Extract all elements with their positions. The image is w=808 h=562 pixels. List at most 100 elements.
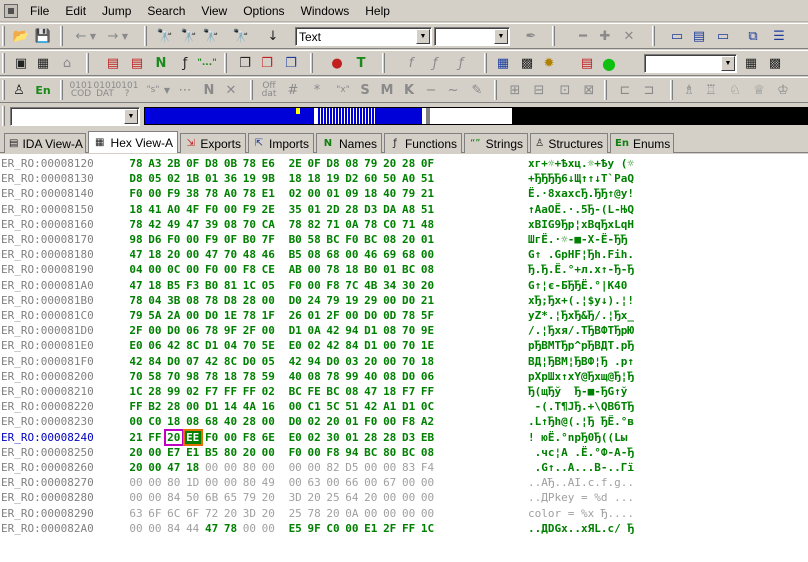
hex-byte[interactable]: 42 xyxy=(286,354,304,369)
hex-byte[interactable]: 28 xyxy=(240,293,258,308)
menu-view[interactable]: View xyxy=(193,1,235,21)
undefine-icon[interactable]: ✕ xyxy=(222,81,240,99)
tab-ida-view-a[interactable]: ▤ IDA View-A xyxy=(4,133,86,153)
binoculars-next-icon[interactable]: 🔭 xyxy=(180,27,198,45)
hex-byte[interactable]: FF xyxy=(146,430,164,445)
hex-byte[interactable]: F9 xyxy=(240,202,258,217)
toolbar-grip[interactable] xyxy=(652,26,655,46)
hex-byte[interactable]: 47 xyxy=(165,460,183,475)
hex-row[interactable]: ER_RO:000081C0 79 5A 2A 00 D0 1E 78 1F 26 01 2F 00 D0… xyxy=(0,308,808,323)
hex-byte[interactable]: 40 xyxy=(381,186,399,201)
hex-byte[interactable]: 59 xyxy=(259,369,277,384)
hex-byte[interactable]: 00 xyxy=(381,354,399,369)
hex-byte[interactable]: 6F xyxy=(146,506,164,521)
hex-byte[interactable]: 42 xyxy=(362,399,380,414)
segments-icon[interactable]: ▦ xyxy=(34,54,52,72)
hex-byte[interactable]: 78 xyxy=(222,521,240,536)
hex-row-ascii[interactable]: +ЂЂЂЂ6↓Щ↑↑↓Т`PaQ xyxy=(528,171,634,186)
hex-byte[interactable]: C1 xyxy=(305,399,323,414)
hex-byte[interactable]: 84 xyxy=(165,490,183,505)
third-combo[interactable]: ▼ xyxy=(644,54,737,73)
hex-byte[interactable]: 08 xyxy=(343,384,361,399)
hex-byte[interactable]: 35 xyxy=(286,202,304,217)
hex-byte[interactable]: 18 xyxy=(146,247,164,262)
hex-byte[interactable]: 00 xyxy=(343,308,361,323)
hex-byte[interactable]: 00 xyxy=(184,247,202,262)
hex-byte[interactable]: 00 xyxy=(259,323,277,338)
hex-byte[interactable]: B0 xyxy=(286,232,304,247)
hex-byte[interactable]: 78 xyxy=(286,217,304,232)
hex-byte[interactable]: 00 xyxy=(146,262,164,277)
address-combo[interactable]: ▼ xyxy=(10,107,140,126)
hex-row[interactable]: ER_RO:00008240 21 FF 20 EE F0 00 F8 6E E0 02 30 01 28… xyxy=(0,428,808,446)
hex-byte[interactable]: 40 xyxy=(362,369,380,384)
hex-byte[interactable]: 04 xyxy=(146,293,164,308)
hex-byte[interactable]: 00 xyxy=(146,460,164,475)
hex-byte[interactable]: 18 xyxy=(305,171,323,186)
hex-byte[interactable]: A0 xyxy=(400,171,418,186)
hex-byte[interactable]: F7 xyxy=(400,384,418,399)
hex-byte[interactable]: 18 xyxy=(419,354,437,369)
hex-byte[interactable]: 71 xyxy=(400,217,418,232)
list-grid-icon[interactable]: ▦ xyxy=(742,54,760,72)
hex-byte[interactable]: 00 xyxy=(222,430,240,445)
hex-byte[interactable]: 00 xyxy=(381,506,399,521)
hex-byte[interactable]: 00 xyxy=(305,262,323,277)
tab-names[interactable]: N Names xyxy=(316,133,382,153)
hex-byte[interactable]: D0 xyxy=(400,293,418,308)
graph-flow-icon[interactable]: ♕ xyxy=(750,81,768,99)
hex-byte[interactable]: 20 xyxy=(259,506,277,521)
hex-byte[interactable]: 00 xyxy=(286,460,304,475)
hex-byte[interactable]: 67 xyxy=(381,475,399,490)
structures-grid-icon[interactable]: ▩ xyxy=(766,54,784,72)
hex-byte[interactable]: 79 xyxy=(127,308,145,323)
save-icon[interactable]: 💾 xyxy=(34,27,52,45)
hex-byte[interactable]: 2F xyxy=(127,323,145,338)
back-dropdown-icon[interactable]: ▼ xyxy=(84,27,102,45)
hex-byte[interactable]: 00 xyxy=(305,460,323,475)
hex-byte[interactable]: A0 xyxy=(165,202,183,217)
hex-row-ascii[interactable]: .G↑..А...В-..Гї xyxy=(528,460,634,475)
hex-byte[interactable]: 00 xyxy=(324,475,342,490)
hex-byte[interactable]: F0 xyxy=(165,232,183,247)
ida-app-icon[interactable] xyxy=(4,3,18,18)
hex-byte[interactable]: 0C xyxy=(419,399,437,414)
hex-row-ascii[interactable]: xг+☼+Ѣxц.☼+Ѣу (☼ xyxy=(528,156,634,171)
hex-byte[interactable]: 00 xyxy=(146,186,164,201)
hex-byte[interactable]: 20 xyxy=(259,490,277,505)
hex-byte[interactable]: 06 xyxy=(184,323,202,338)
hex-byte[interactable]: 28 xyxy=(146,384,164,399)
hex-byte[interactable]: 58 xyxy=(146,369,164,384)
hex-byte[interactable]: 20 xyxy=(362,354,380,369)
hex-byte[interactable]: 42 xyxy=(324,338,342,353)
hex-byte[interactable]: 40 xyxy=(286,369,304,384)
imports-window-icon[interactable]: ❐ xyxy=(258,54,276,72)
hex-row-ascii[interactable]: рЂBМТЂр^рЂBДТ.рЂ xyxy=(528,338,634,353)
list-view-icon[interactable]: ☰ xyxy=(770,27,788,45)
hex-byte[interactable]: 1C xyxy=(419,521,437,536)
forward-dropdown-icon[interactable]: ▼ xyxy=(116,27,134,45)
hex-byte[interactable]: E1 xyxy=(184,445,202,460)
hex-byte[interactable]: 00 xyxy=(381,490,399,505)
hex-byte[interactable]: 08 xyxy=(381,323,399,338)
hex-byte[interactable]: 47 xyxy=(203,521,221,536)
hex-byte[interactable]: 99 xyxy=(343,369,361,384)
hex-row-ascii[interactable]: -(.Т¶JЂ.+\QBбТЂ xyxy=(528,399,634,414)
tab-structures[interactable]: ♙ Structures xyxy=(530,133,608,153)
window-layout-icon[interactable]: ▭ xyxy=(668,27,686,45)
hex-byte[interactable]: 47 xyxy=(127,278,145,293)
hex-byte[interactable]: DA xyxy=(381,202,399,217)
function-edit-icon[interactable]: ƒ xyxy=(426,54,444,72)
string-dropdown-icon[interactable]: ▼ xyxy=(158,81,176,99)
hex-byte[interactable]: 0A xyxy=(343,217,361,232)
hex-row[interactable]: ER_RO:00008180 47 18 20 00 47 70 48 46 B5 08 68 00 46… xyxy=(0,247,808,262)
hex-byte[interactable]: BC xyxy=(400,445,418,460)
hex-byte[interactable]: 70 xyxy=(400,323,418,338)
hex-byte[interactable]: 00 xyxy=(362,460,380,475)
hex-byte[interactable]: F8 xyxy=(400,414,418,429)
hex-byte[interactable]: F0 xyxy=(203,202,221,217)
hex-byte[interactable]: 00 xyxy=(146,490,164,505)
hex-byte[interactable]: 0C xyxy=(165,262,183,277)
hex-byte[interactable]: E1 xyxy=(362,521,380,536)
cpu-icon[interactable]: ▩ xyxy=(518,54,536,72)
